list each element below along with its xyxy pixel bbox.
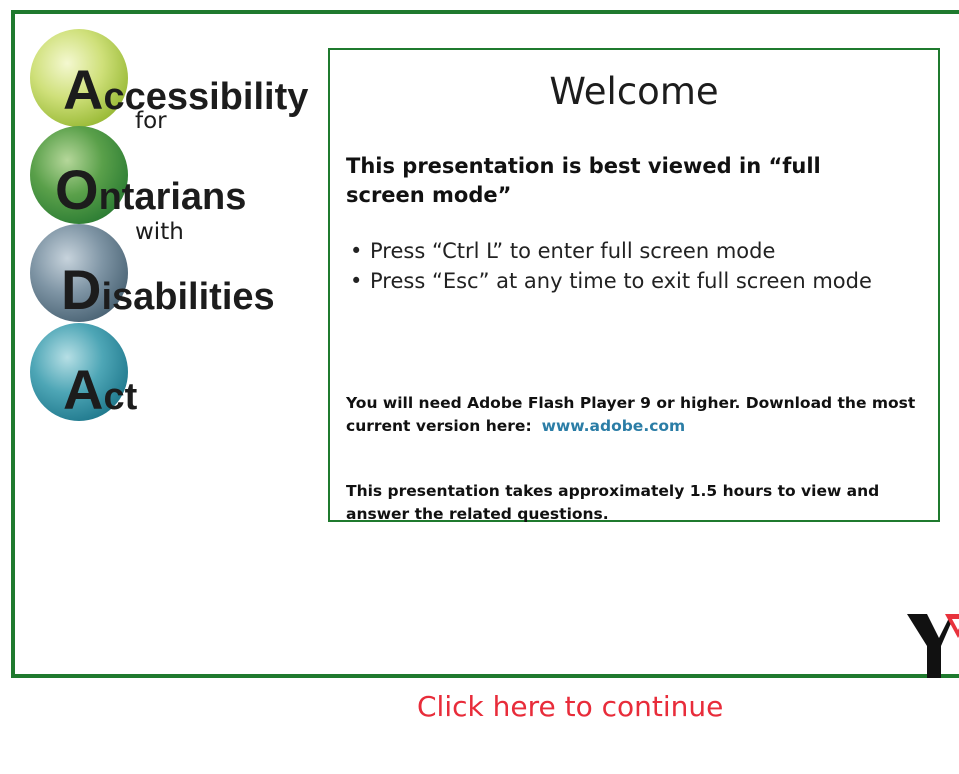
welcome-panel: Welcome This presentation is best viewed… <box>328 48 942 523</box>
welcome-title: Welcome <box>549 70 719 113</box>
logo-rest-act: ct <box>103 376 138 418</box>
logo-initial-o: O <box>55 158 99 221</box>
instruction-item: • Press “Esc” at any time to exit full sc… <box>346 266 936 296</box>
logo-initial-d: D <box>61 258 102 321</box>
logo-connector-for: for <box>135 108 167 134</box>
instruction-item: • Press “Ctrl L” to enter full screen mod… <box>346 236 936 266</box>
logo-word-disabilities: Disabilities <box>61 262 275 318</box>
bullet-icon: • <box>350 239 363 263</box>
logo-rest-ontarians: ntarians <box>98 176 247 218</box>
logo-connector-with: with <box>135 219 184 245</box>
bullet-icon: • <box>350 269 363 293</box>
ymca-logo-icon <box>907 614 959 678</box>
continue-link[interactable]: Click here to continue <box>417 690 723 723</box>
flash-requirement-note: You will need Adobe Flash Player 9 or hi… <box>346 392 942 438</box>
logo-word-accessibility: Accessibility <box>63 62 308 118</box>
instruction-list: • Press “Ctrl L” to enter full screen mod… <box>346 236 936 296</box>
logo-word-act: Act <box>63 362 137 418</box>
adobe-download-link[interactable]: www.adobe.com <box>542 417 686 435</box>
logo-initial-a2: A <box>63 358 104 421</box>
instruction-text: Press “Esc” at any time to exit full scr… <box>370 269 872 293</box>
duration-note: This presentation takes approximately 1.… <box>346 482 880 523</box>
logo-word-ontarians: Ontarians <box>55 162 246 218</box>
logo-rest-disabilities: isabilities <box>101 276 275 318</box>
instruction-text: Press “Ctrl L” to enter full screen mode <box>370 239 776 263</box>
fullscreen-heading: This presentation is best viewed in “ful… <box>346 154 821 207</box>
logo-initial-a: A <box>63 58 104 121</box>
content-frame: Accessibility for Ontarians with Disabil… <box>11 10 959 678</box>
